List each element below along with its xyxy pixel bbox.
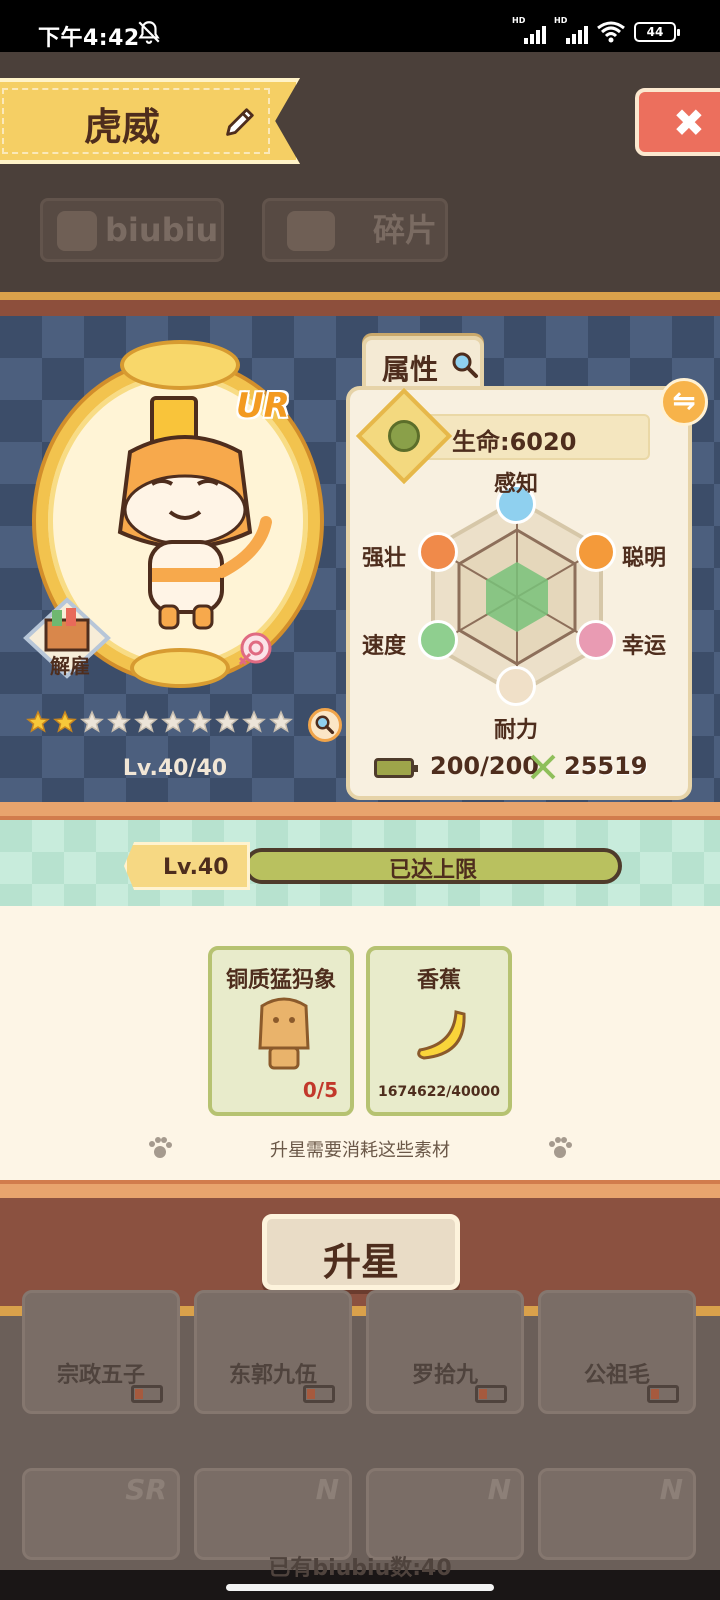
close-icon: ✖ [673, 101, 705, 145]
female-gender-icon [238, 632, 272, 666]
character-name: 虎威 [84, 105, 161, 149]
character-level: Lv.40/40 [122, 756, 228, 781]
bear-icon [418, 532, 458, 572]
star-empty-icon [107, 710, 131, 733]
frame-ornament [130, 648, 230, 688]
cat-icon [57, 211, 97, 251]
ox-icon [496, 666, 536, 706]
divider [0, 292, 720, 300]
rarity-badge: N [487, 1473, 511, 1506]
paw-icon [549, 1137, 572, 1158]
frame-ornament [120, 340, 240, 390]
status-indicators: HD HD 44 [512, 16, 680, 44]
swap-icon: ⇋ [672, 384, 696, 417]
stat-luck: 幸运 [622, 634, 667, 659]
status-time: 下午4:42 [38, 26, 140, 51]
material-name: 铜质猛犸象 [225, 968, 336, 993]
star-filled-icon [26, 710, 50, 733]
bell-muted-icon [138, 21, 160, 44]
biubiu-count: 已有biubiu数:40 [268, 1556, 452, 1581]
material-name: 香蕉 [416, 968, 461, 993]
leopard-icon [418, 620, 458, 660]
crossed-swords-icon [530, 754, 556, 780]
upgrade-star-label: 升星 [322, 1240, 399, 1284]
star-filled-icon [53, 710, 77, 733]
wifi-icon [597, 21, 625, 43]
close-button[interactable]: ✖ [635, 88, 720, 156]
tab-attributes[interactable]: 属性 [362, 336, 484, 390]
tab-attributes-label: 属性 [382, 353, 439, 386]
star-empty-icon [161, 710, 185, 733]
status-bar: 下午4:42 HD HD 44 [0, 0, 720, 52]
star-empty-icon [188, 710, 212, 733]
signal-icon: HD [512, 16, 546, 44]
tab-fragments-label: 碎片 [373, 211, 438, 249]
rarity-badge: SR [125, 1473, 167, 1506]
app-root: 下午4:42 HD HD 44 biubiu 碎片 虎威 ✖ UR 解雇 Lv.… [0, 0, 720, 1600]
star-empty-icon [242, 710, 266, 733]
list-item: 罗拾九 [366, 1290, 524, 1414]
energy-value: 200/200 [430, 752, 539, 780]
pencil-icon[interactable] [220, 104, 258, 142]
star-empty-icon [80, 710, 104, 733]
list-item: N [538, 1468, 696, 1560]
divider [0, 802, 720, 820]
rarity-badge: UR [236, 386, 290, 426]
battery-icon [131, 1385, 163, 1403]
magnifier-icon[interactable] [308, 708, 342, 742]
bronze-mammoth-icon [258, 997, 310, 1070]
stat-smart: 聪明 [622, 546, 667, 571]
tab-fragments[interactable]: 碎片 [262, 198, 448, 262]
rarity-badge: N [659, 1473, 683, 1506]
dismiss-label: 解雇 [50, 654, 90, 678]
tab-biubiu-label: biubiu [105, 211, 219, 249]
signal-hd-label: HD [554, 16, 568, 25]
energy-icon [374, 758, 418, 778]
stat-perception: 感知 [494, 472, 539, 497]
stat-strong: 强壮 [362, 546, 407, 571]
battery-icon [647, 1385, 679, 1403]
horse-icon [576, 620, 616, 660]
banana-icon [417, 1010, 466, 1060]
divider [0, 300, 720, 316]
combat-power: 25519 [564, 752, 648, 780]
star-rating [26, 710, 293, 734]
upgrade-star-button[interactable]: 升星 [262, 1214, 460, 1290]
list-item: SR [22, 1468, 180, 1560]
materials-hint: 升星需要消耗这些素材 [270, 1140, 450, 1161]
material-card[interactable]: 香蕉 1674622/40000 [366, 946, 512, 1116]
list-item: 宗政五子 [22, 1290, 180, 1414]
battery-indicator: 44 [634, 22, 680, 42]
material-card[interactable]: 铜质猛犸象 0/5 [208, 946, 354, 1116]
list-item: 公祖毛 [538, 1290, 696, 1414]
battery-icon [475, 1385, 507, 1403]
list-item: 东郭九伍 [194, 1290, 352, 1414]
list-item: N [366, 1468, 524, 1560]
tab-biubiu[interactable]: biubiu [40, 198, 224, 262]
stat-stamina: 耐力 [494, 718, 539, 743]
list-item: N [194, 1468, 352, 1560]
level-tag-label: Lv.40 [163, 855, 229, 880]
star-empty-icon [215, 710, 239, 733]
stat-speed: 速度 [362, 634, 407, 659]
fragment-icon [287, 211, 335, 251]
level-status: 已达上限 [388, 858, 477, 883]
signal-icon: HD [554, 16, 588, 44]
material-count: 1674622/40000 [377, 1084, 500, 1100]
material-count: 0/5 [302, 1078, 338, 1102]
star-empty-icon [134, 710, 158, 733]
hp-value: 生命:6020 [452, 428, 577, 456]
battery-icon [303, 1385, 335, 1403]
star-empty-icon [269, 710, 293, 733]
swap-button[interactable]: ⇋ [660, 378, 708, 426]
divider [0, 1180, 720, 1198]
character-portrait [117, 396, 272, 630]
monkey-icon [576, 532, 616, 572]
signal-hd-label: HD [512, 16, 526, 25]
home-indicator[interactable] [226, 1584, 494, 1591]
rarity-badge: N [315, 1473, 339, 1506]
level-tag: Lv.40 [124, 842, 250, 890]
magnifier-icon [452, 352, 478, 378]
